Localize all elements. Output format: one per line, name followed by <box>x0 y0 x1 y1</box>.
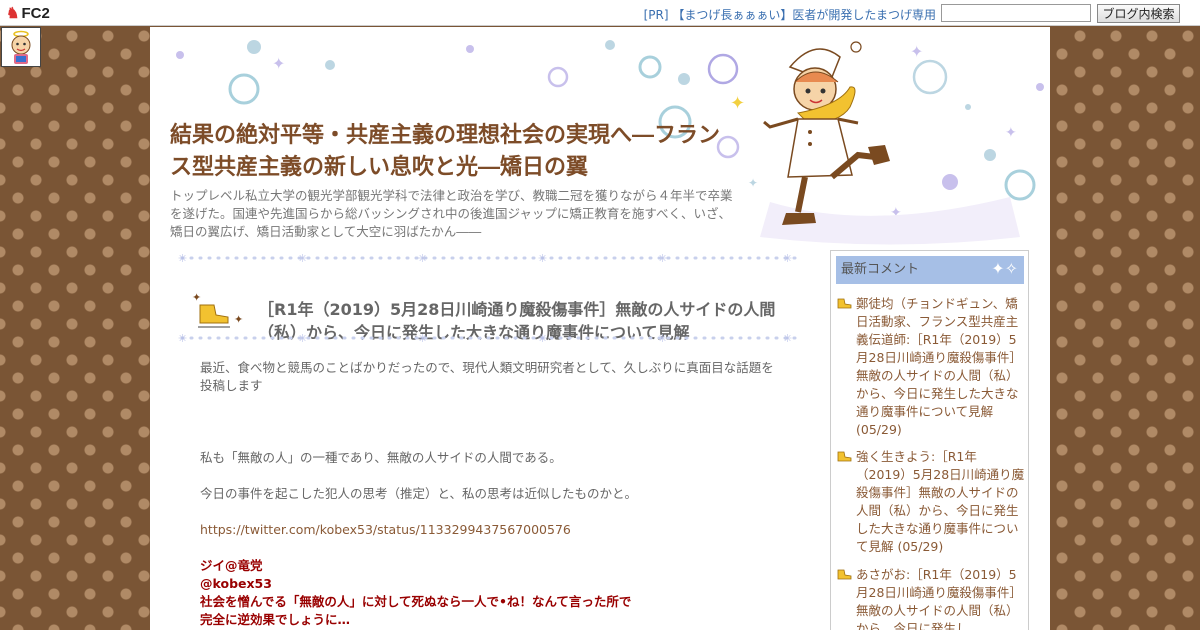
fc2-logo-text: FC2 <box>21 5 50 22</box>
sparkle-icon: ✦✧ <box>991 259 1018 278</box>
post-header: ✳ ✳ ✳ ✳ ✳ ✳ ✦ ✦ ［R1年（2019）5月28日川崎通り魔殺傷事件］無敵の人… <box>178 249 803 349</box>
blog-search-button[interactable]: ブログ内検索 <box>1097 4 1180 23</box>
sidebar-recent-comments: 最新コメント ✦✧ 鄭徒均（チョンドギュン、矯日活動家、フランス型共産主義伝道師… <box>830 250 1029 630</box>
svg-text:✦: ✦ <box>910 42 923 61</box>
svg-text:✳: ✳ <box>783 253 792 263</box>
quote-line: 完全に逆効果でしょうに… <box>200 612 351 627</box>
blog-description: トップレベル私立大学の観光学部観光学科で法律と政治を学び、教職二冠を獲りながら４… <box>170 188 733 239</box>
svg-text:✳: ✳ <box>538 333 547 343</box>
avatar[interactable] <box>1 27 41 67</box>
sidebar-header-label: 最新コメント <box>841 262 920 277</box>
comment-link[interactable]: 強く生きよう:［R1年（2019）5月28日川崎通り魔殺傷事件］無敵の人サイドの… <box>856 448 1026 556</box>
svg-text:✦: ✦ <box>272 54 285 73</box>
comment-link[interactable]: 鄭徒均（チョンドギュン、矯日活動家、フランス型共産主義伝道師:［R1年（2019… <box>856 295 1026 439</box>
svg-text:✦: ✦ <box>1005 125 1017 141</box>
post-paragraph: 私も「無敵の人」の一種であり、無敵の人サイドの人間である。 <box>200 450 562 465</box>
post-paragraph: 今日の事件を起こした犯人の思考（推定）と、私の思考は近似したものかと。 <box>200 486 638 501</box>
quote-author: ジイ@竜党 <box>200 558 263 573</box>
svg-text:✳: ✳ <box>418 253 427 263</box>
svg-text:✦: ✦ <box>730 93 745 114</box>
comment-item: あさがお:［R1年（2019）5月28日川崎通り魔殺傷事件］無敵の人サイドの人間… <box>836 566 1026 630</box>
svg-text:✳: ✳ <box>658 253 667 263</box>
blog-page: ✦ ✦ ✦ ✦ ✦ ✦ 結果の絶対平等・共産主義の理想社会の実現へ―フランス型共… <box>150 27 1050 630</box>
post-intro: 最近、食べ物と競馬のことばかりだったので、現代人類文明研究者として、久しぶりに真… <box>200 360 774 393</box>
post-body: 最近、食べ物と競馬のことばかりだったので、現代人類文明研究者として、久しぶりに真… <box>200 359 780 629</box>
pr-ad-link[interactable]: [PR] 【まつげ長ぁぁぁい】医者が開発したまつげ専用 <box>644 6 936 23</box>
svg-text:✳: ✳ <box>178 253 187 263</box>
skate-boot-icon <box>837 298 852 309</box>
blog-search-input[interactable] <box>941 4 1091 22</box>
tweet-link[interactable]: https://twitter.com/kobex53/status/11332… <box>200 521 780 539</box>
svg-text:✳: ✳ <box>418 333 427 343</box>
fc2-logo-icon: ♞ <box>6 5 20 22</box>
quote-handle: @kobex53 <box>200 576 272 591</box>
comment-link[interactable]: あさがお:［R1年（2019）5月28日川崎通り魔殺傷事件］無敵の人サイドの人間… <box>856 566 1026 630</box>
skate-boot-icon: ✦ ✦ <box>192 291 243 328</box>
svg-text:✳: ✳ <box>298 253 307 263</box>
comment-item: 鄭徒均（チョンドギュン、矯日活動家、フランス型共産主義伝道師:［R1年（2019… <box>836 295 1026 439</box>
fc2-toolbar: ♞ FC2 [PR] 【まつげ長ぁぁぁい】医者が開発したまつげ専用 ブログ内検索 <box>0 0 1200 26</box>
svg-text:✦: ✦ <box>748 176 758 190</box>
svg-text:✳: ✳ <box>658 333 667 343</box>
svg-text:✳: ✳ <box>783 333 792 343</box>
comment-item: 強く生きよう:［R1年（2019）5月28日川崎通り魔殺傷事件］無敵の人サイドの… <box>836 448 1026 556</box>
svg-text:✦: ✦ <box>234 313 243 326</box>
svg-text:✳: ✳ <box>178 333 187 343</box>
blog-title[interactable]: 結果の絶対平等・共産主義の理想社会の実現へ―フランス型共産主義の新しい息吹と光―… <box>170 119 740 183</box>
avatar-character-icon <box>11 30 31 64</box>
divider: ✳ ✳ ✳ ✳ ✳ ✳ <box>178 333 800 343</box>
skater-girl-illustration: ✦ <box>730 41 890 225</box>
svg-text:✳: ✳ <box>298 333 307 343</box>
svg-text:✳: ✳ <box>538 253 547 263</box>
svg-text:✦: ✦ <box>192 291 201 304</box>
fc2-logo[interactable]: ♞ FC2 <box>6 4 50 22</box>
quote-line: 社会を憎んでる「無敵の人」に対して死ぬなら一人で•ね！なんて言った所で <box>200 594 632 609</box>
sidebar-header: 最新コメント ✦✧ <box>836 256 1024 284</box>
skate-boot-icon <box>837 451 852 462</box>
skate-boot-icon <box>837 569 852 580</box>
divider: ✳ ✳ ✳ ✳ ✳ ✳ <box>178 253 800 263</box>
